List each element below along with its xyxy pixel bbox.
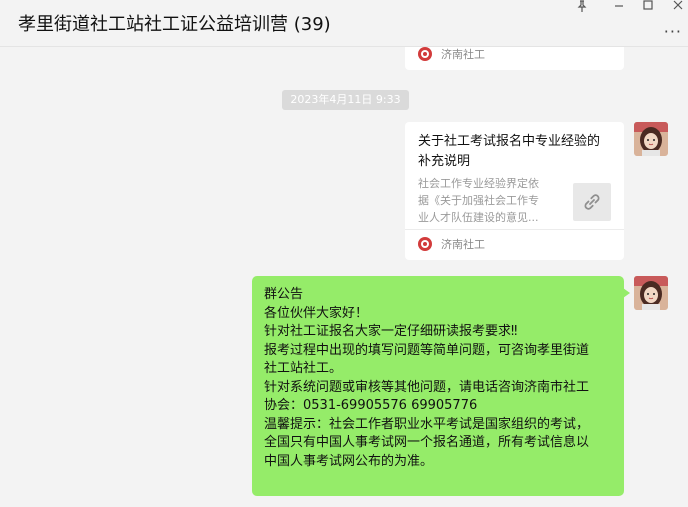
notice-line: 社工站社工。 [264,361,343,376]
card-source: 济南社工 [441,48,485,61]
link-article-card[interactable]: 关于社工考试报名中专业经验的 补充说明 社会工作专业经验界定依 据《关于加强社会… [405,122,624,260]
notice-line: 群公告 [264,287,304,302]
notice-line: 报考过程中出现的填写问题等简单问题，可咨询孝里街道 [264,342,590,358]
notice-line: 温馨提示：社会工作者职业水平考试是国家组织的考试， [264,416,590,432]
org-logo-icon [418,237,432,251]
card-footer: 济南社工 [405,229,624,260]
title-bar: 孝里街道社工站社工证公益培训营 (39) ··· [0,0,688,47]
org-logo-icon [418,47,432,61]
pin-icon[interactable] [572,0,592,14]
notice-line: 针对系统问题或审核等其他问题，请电话咨询济南市社工 [264,379,590,395]
notice-line: 协会：0531-69905576 69905776 [264,398,478,413]
link-icon [573,183,611,221]
message-timestamp: 2023年4月11日 9:33 [282,90,409,110]
chat-title: 孝里街道社工站社工证公益培训营 (39) [18,14,331,35]
notice-line: 各位伙伴大家好！ [264,305,369,321]
card-source: 济南社工 [441,238,485,251]
previous-link-card[interactable]: 济南社工 [405,47,624,70]
maximize-icon[interactable] [638,0,658,14]
notice-line: 中国人事考试网公布的为准。 [264,453,434,469]
close-icon[interactable] [668,0,688,14]
minimize-icon[interactable] [609,0,629,14]
group-notice-message[interactable]: 群公告 各位伙伴大家好！ 针对社工证报名大家一定仔细研读报考要求‼ 报考过程中出… [252,276,630,496]
notice-line: 全国只有中国人事考试网一个报名通道，所有考试信息以 [264,435,590,450]
article-title: 关于社工考试报名中专业经验的 补充说明 [418,134,601,169]
chat-message-area[interactable]: 济南社工 2023年4月11日 9:33 关于社工考试报名中专业经验的 补充说明… [0,47,688,507]
more-options-icon[interactable]: ··· [664,22,682,41]
sender-avatar[interactable] [634,122,668,156]
article-description: 社会工作专业经验界定依 据《关于加强社会工作专 业人才队伍建设的意见... [418,177,539,224]
notice-line: 针对社工证报名大家一定仔细研读报考要求‼ [264,324,518,339]
card-footer: 济南社工 [405,47,624,70]
sender-avatar[interactable] [634,276,668,310]
